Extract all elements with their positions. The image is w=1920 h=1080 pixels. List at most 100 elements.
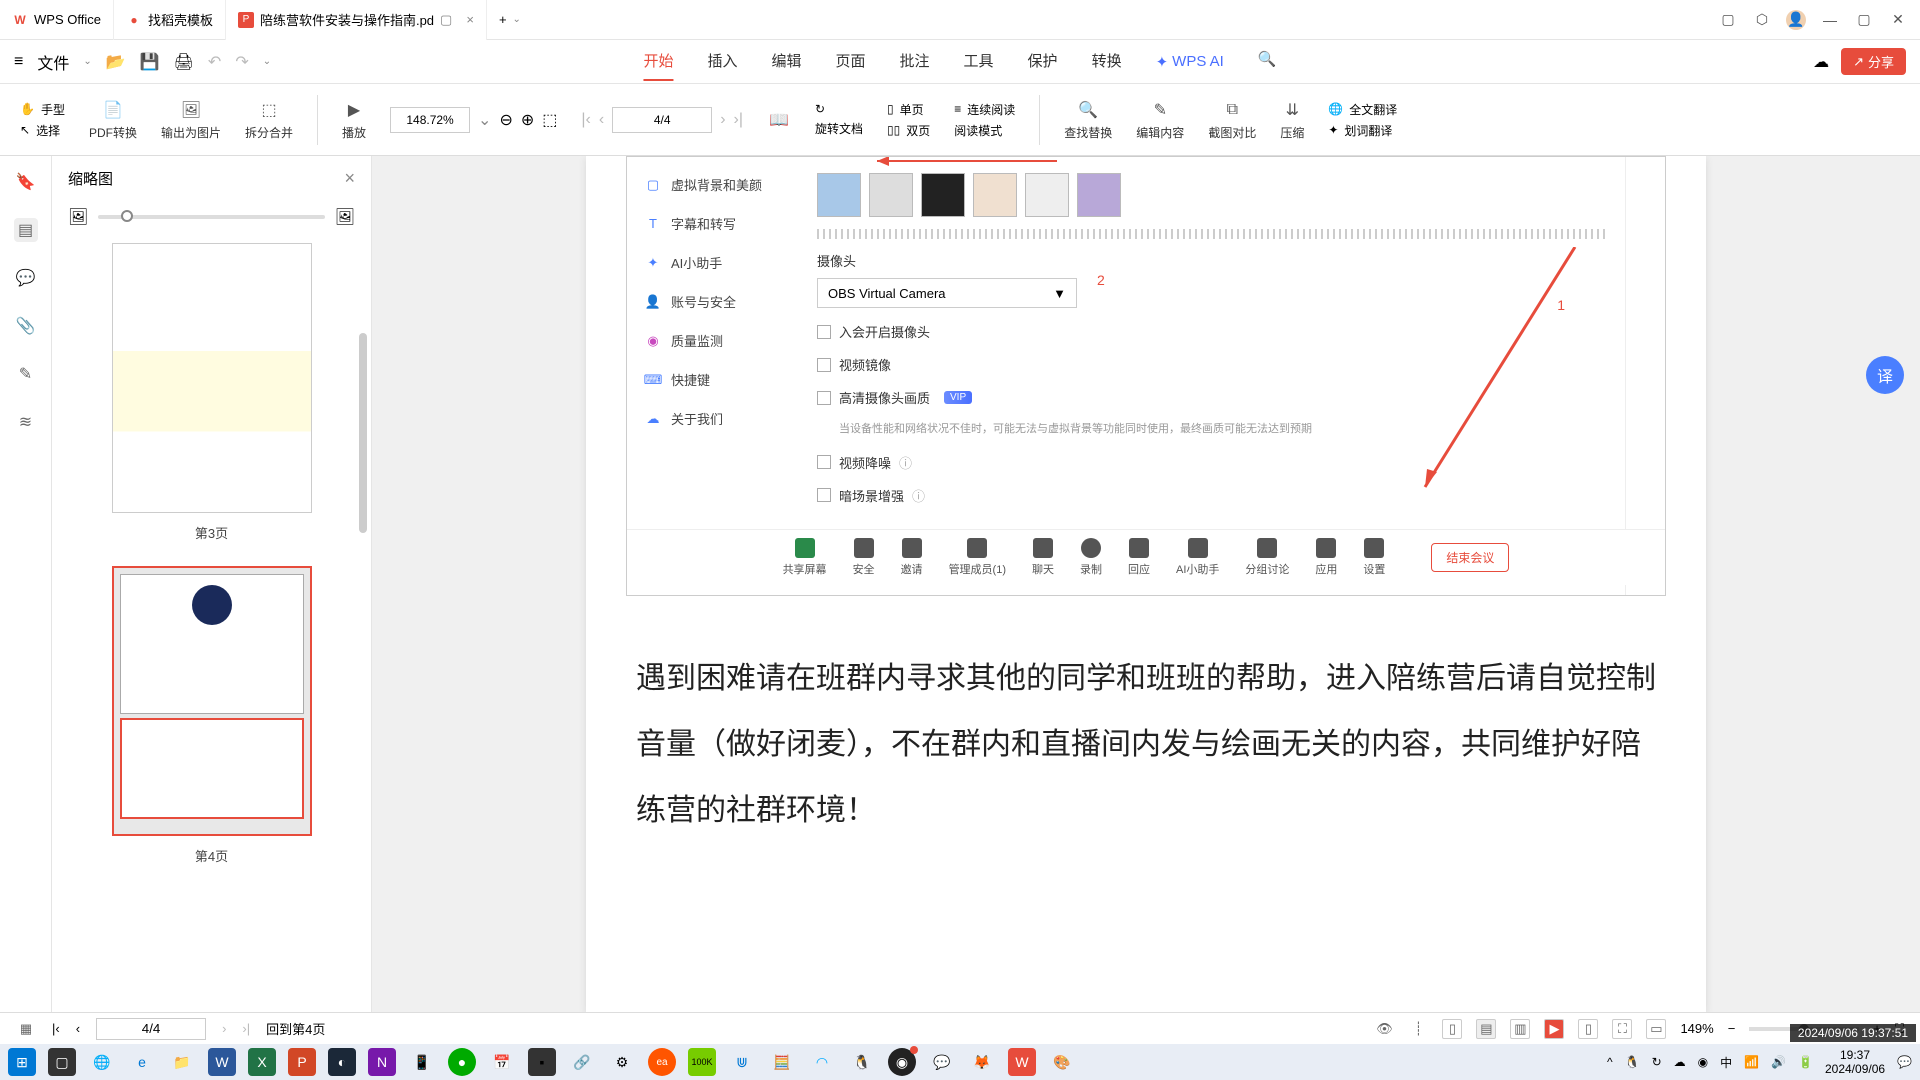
word-translate-button[interactable]: ✦划词翻译 [1328,122,1397,139]
image-small-icon[interactable]: 🖼 [68,207,88,227]
obs-icon[interactable]: ◉ [888,1048,916,1076]
app-icon-8[interactable]: ◠ [808,1048,836,1076]
calculator-icon[interactable]: 🧮 [768,1048,796,1076]
tab-page[interactable]: 页面 [836,42,866,81]
tab-close-icon[interactable]: × [466,12,474,27]
layers-icon[interactable]: ≋ [14,410,38,434]
export-image-button[interactable]: 🖼 输出为图片 [161,98,221,141]
tray-qq-icon[interactable]: 🐧 [1625,1055,1640,1069]
thumbnail-page-3[interactable]: 第3页 [82,243,341,542]
tab-annotate[interactable]: 批注 [900,42,930,81]
new-tab-button[interactable]: + ⌄ [487,0,533,40]
thumbnail-scrollbar[interactable] [359,333,367,533]
tray-volume-icon[interactable]: 🔊 [1771,1055,1786,1069]
tab-convert[interactable]: 转换 [1092,42,1122,81]
chevron-down-icon[interactable]: ⌄ [83,56,91,67]
view-7-icon[interactable]: ▭ [1646,1019,1666,1039]
book-view-button[interactable]: 📖 [767,108,791,132]
undo-icon[interactable]: ↶ [208,52,221,72]
steam-icon[interactable]: ◐ [328,1048,356,1076]
document-viewport[interactable]: ▢虚拟背景和美颜 T字幕和转写 ✦AI小助手 👤账号与安全 ◉质量监测 ⌨快捷键… [372,156,1920,1012]
close-button[interactable]: ✕ [1888,10,1908,30]
screenshot-compare-button[interactable]: ⧉ 截图对比 [1208,98,1256,141]
chrome-icon[interactable]: 🌐 [88,1048,116,1076]
app-icon-6[interactable]: 100K [688,1048,716,1076]
read-mode-label[interactable]: 阅读模式 [954,122,1002,139]
wps-taskbar-icon[interactable]: W [1008,1048,1036,1076]
double-page-icon[interactable]: ▯▯ [887,123,900,137]
search-icon[interactable]: 🔍 [1258,42,1277,81]
tab-wps-office[interactable]: W WPS Office [0,0,114,40]
clock[interactable]: 19:37 2024/09/06 [1825,1048,1885,1077]
select-tool[interactable]: ↖选择 [20,122,65,139]
zoom-input[interactable] [390,107,470,133]
fit-icon[interactable]: ⬚ [542,110,557,130]
last-page-icon[interactable]: ›| [242,1021,250,1036]
prev-page-icon[interactable]: ‹ [599,111,604,129]
minimize-button[interactable]: — [1820,10,1840,30]
app-icon-7[interactable]: ⋓ [728,1048,756,1076]
view-5-icon[interactable]: ▯ [1578,1019,1598,1039]
continuous-icon[interactable]: ≡ [954,102,961,116]
zoom-out-icon[interactable]: − [1728,1021,1736,1036]
page-number-input[interactable] [96,1018,206,1040]
split-merge-button[interactable]: ⬚ 拆分合并 [245,98,293,141]
save-icon[interactable]: 💾 [140,52,160,72]
edit-content-button[interactable]: ✎ 编辑内容 [1136,98,1184,141]
notifications-icon[interactable]: 💬 [1897,1055,1912,1069]
view-2-icon[interactable]: ▤ [1476,1019,1496,1039]
view-play-icon[interactable]: ▶ [1544,1019,1564,1039]
cube-icon[interactable]: ⬡ [1752,10,1772,30]
view-6-icon[interactable]: ⛶ [1612,1019,1632,1039]
bookmark-icon[interactable]: 🔖 [14,170,38,194]
next-page-icon[interactable]: › [222,1021,226,1036]
hand-tool[interactable]: ✋手型 [20,101,65,118]
full-translate-button[interactable]: 🌐全文翻译 [1328,101,1397,118]
tab-daoke[interactable]: ● 找稻壳模板 [114,0,226,40]
wechat-icon[interactable]: 💬 [928,1048,956,1076]
tab-tools[interactable]: 工具 [964,42,994,81]
play-button[interactable]: ▶ 播放 [342,98,366,141]
onenote-icon[interactable]: N [368,1048,396,1076]
app-icon-3[interactable]: ▪ [528,1048,556,1076]
view-3-icon[interactable]: ▥ [1510,1019,1530,1039]
thumbnail-icon[interactable]: ▤ [14,218,38,242]
maximize-button[interactable]: ▢ [1854,10,1874,30]
chevron-down-icon[interactable]: ⌄ [513,14,521,25]
task-view-icon[interactable]: ▢ [48,1048,76,1076]
app-icon-1[interactable]: 📱 [408,1048,436,1076]
thumbnail-close-icon[interactable]: × [344,168,355,189]
app-icon-2[interactable]: ● [448,1048,476,1076]
wps-ai-button[interactable]: ✦WPS AI [1156,42,1224,81]
tab-edit[interactable]: 编辑 [771,42,801,81]
share-button[interactable]: ↗ 分享 [1841,48,1906,75]
ime-indicator[interactable]: 中 [1720,1054,1732,1071]
zoom-percent[interactable]: 149% [1680,1021,1713,1036]
tab-dropdown-icon[interactable]: ▢ [440,12,452,28]
first-page-icon[interactable]: |‹ [581,111,590,129]
next-page-icon[interactable]: › [720,111,725,129]
open-icon[interactable]: 📂 [106,52,126,72]
cloud-icon[interactable]: ☁ [1813,52,1829,72]
ea-icon[interactable]: ea [648,1048,676,1076]
ppt-icon[interactable]: P [288,1048,316,1076]
tray-cloud-icon[interactable]: ☁ [1674,1055,1686,1069]
tab-start[interactable]: 开始 [643,42,673,81]
comment-icon[interactable]: 💬 [14,266,38,290]
thumbnail-list[interactable]: 第3页 第4页 [52,233,371,1012]
excel-icon[interactable]: X [248,1048,276,1076]
file-menu[interactable]: 文件 [37,50,69,74]
back-to-page[interactable]: 回到第4页 [266,1019,325,1038]
thumbnail-page-4[interactable]: 第4页 [82,566,341,865]
find-replace-button[interactable]: 🔍 查找替换 [1064,98,1112,141]
grid-icon[interactable]: ▦ [16,1019,36,1039]
compress-button[interactable]: ⇊ 压缩 [1280,98,1304,141]
prev-page-icon[interactable]: ‹ [76,1021,80,1036]
hamburger-icon[interactable]: ≡ [14,53,23,71]
word-icon[interactable]: W [208,1048,236,1076]
pen-icon[interactable]: ✎ [14,362,38,386]
single-page-icon[interactable]: ▯ [887,102,894,116]
first-page-icon[interactable]: |‹ [52,1021,60,1036]
zoom-in-icon[interactable]: ⊕ [521,110,534,130]
translate-float-button[interactable]: 译 [1866,356,1904,394]
